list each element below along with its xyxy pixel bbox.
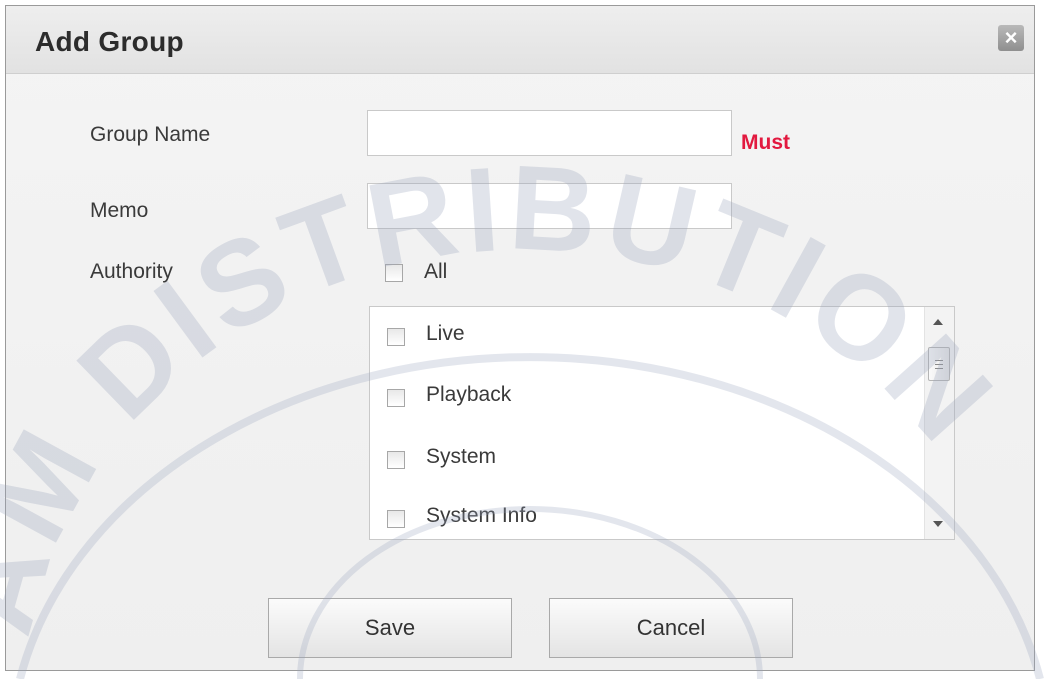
list-item[interactable]: Playback bbox=[370, 368, 910, 408]
chevron-down-icon[interactable] bbox=[933, 521, 943, 527]
scroll-thumb[interactable] bbox=[928, 347, 950, 381]
system-info-label: System Info bbox=[426, 504, 537, 527]
system-checkbox[interactable] bbox=[387, 451, 405, 469]
memo-label: Memo bbox=[90, 199, 149, 222]
list-item[interactable]: System bbox=[370, 430, 910, 470]
playback-checkbox[interactable] bbox=[387, 389, 405, 407]
playback-label: Playback bbox=[426, 383, 512, 406]
all-label: All bbox=[424, 260, 448, 283]
system-label: System bbox=[426, 445, 497, 468]
group-name-input[interactable] bbox=[367, 110, 732, 156]
list-item[interactable]: System Info bbox=[370, 489, 910, 529]
live-checkbox[interactable] bbox=[387, 328, 405, 346]
group-name-label: Group Name bbox=[90, 123, 211, 146]
chevron-up-icon[interactable] bbox=[933, 319, 943, 325]
save-button[interactable]: Save bbox=[268, 598, 512, 658]
system-info-checkbox[interactable] bbox=[387, 510, 405, 528]
close-icon[interactable]: × bbox=[998, 25, 1024, 51]
all-checkbox[interactable] bbox=[385, 264, 403, 282]
listbox-scrollbar[interactable] bbox=[924, 307, 954, 539]
authority-label: Authority bbox=[90, 260, 173, 283]
authority-listbox[interactable]: Live Playback System System Info bbox=[369, 306, 955, 540]
list-item[interactable]: Live bbox=[370, 307, 910, 347]
dialog-titlebar: Add Group × bbox=[6, 6, 1034, 74]
cancel-button[interactable]: Cancel bbox=[549, 598, 793, 658]
memo-input[interactable] bbox=[367, 183, 732, 229]
live-label: Live bbox=[426, 322, 465, 345]
dialog-title: Add Group bbox=[35, 26, 184, 57]
add-group-dialog: Add Group × Group Name Must Memo Authori… bbox=[5, 5, 1035, 671]
required-note: Must bbox=[741, 131, 790, 154]
